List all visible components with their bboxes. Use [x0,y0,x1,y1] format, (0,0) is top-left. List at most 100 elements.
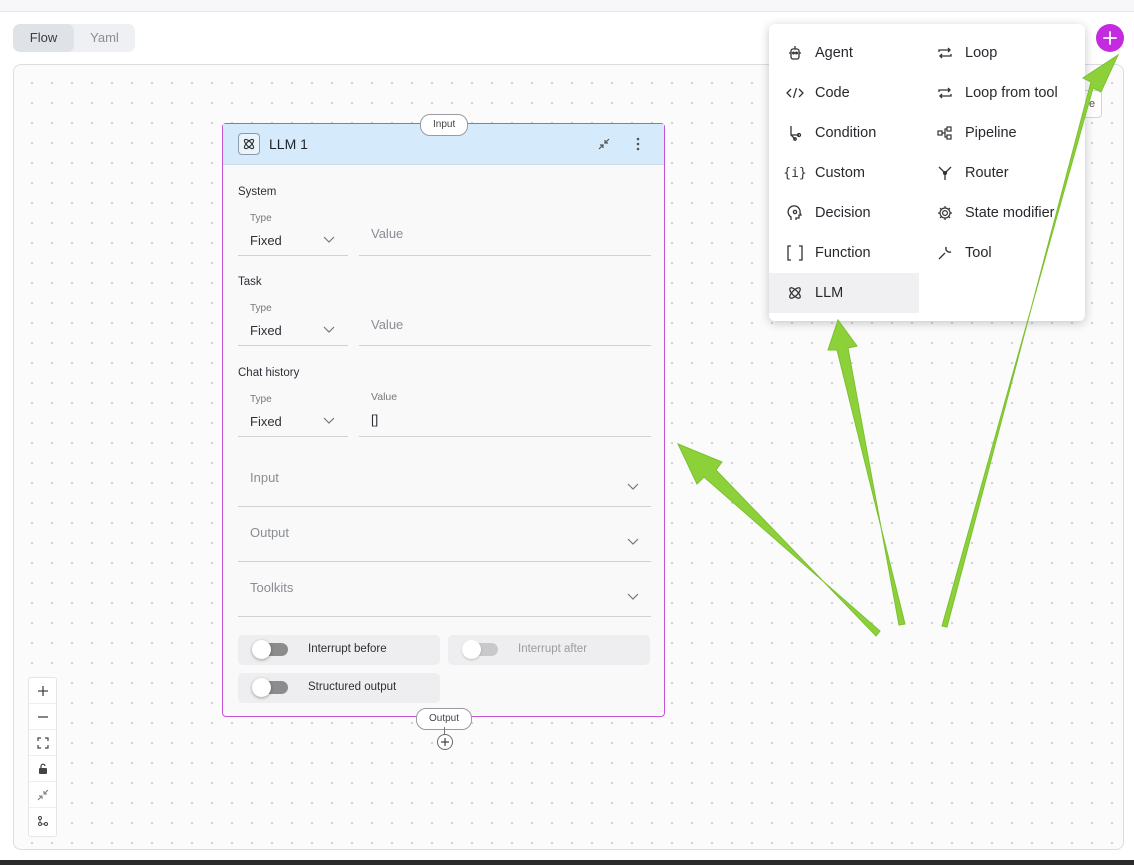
menu-item-code-label: Code [815,85,850,101]
structured-output-label: Structured output [308,681,397,693]
task-value-input[interactable]: Value [371,317,403,332]
system-type-select[interactable]: Fixed [250,233,282,248]
zoom-out-button[interactable] [29,704,56,730]
loop-icon [935,83,955,103]
structured-output-toggle[interactable]: Structured output [238,673,440,703]
system-label: System [238,186,277,198]
collapse-icon[interactable] [594,134,614,154]
toggle-knob [252,640,271,659]
robot-icon [785,43,805,63]
menu-item-decision-label: Decision [815,205,871,221]
gear-icon [935,203,955,223]
chat-history-type-underline [238,436,348,437]
node-title: LLM 1 [269,136,308,152]
menu-item-llm[interactable]: LLM [769,273,919,313]
chevron-down-icon [627,483,639,490]
toggle-knob [252,678,271,697]
task-type-select[interactable]: Fixed [250,323,282,338]
output-accordion-label: Output [250,525,290,540]
menu-item-state-modifier[interactable]: State modifier [919,193,1085,233]
menu-item-loop-label: Loop [965,45,998,61]
code-icon [785,83,805,103]
menu-item-tool-label: Tool [965,245,992,261]
toolkits-accordion[interactable]: Toolkits [238,562,651,617]
menu-item-router-label: Router [965,165,1009,181]
task-value-underline [359,345,651,346]
bottom-border [0,860,1134,865]
menu-item-agent[interactable]: Agent [769,33,919,73]
system-type-underline [238,255,348,256]
chat-history-label: Chat history [238,367,300,379]
menu-item-loop-from-tool-label: Loop from tool [965,85,1058,101]
menu-item-loop-from-tool[interactable]: Loop from tool [919,73,1085,113]
brackets-icon [785,243,805,263]
menu-item-custom[interactable]: {i} Custom [769,153,919,193]
tab-yaml[interactable]: Yaml [74,24,135,52]
fit-view-icon [36,736,49,749]
chevron-down-icon [323,236,335,243]
menu-item-tool[interactable]: Tool [919,233,1085,273]
task-type-underline [238,345,348,346]
toolkits-accordion-label: Toolkits [250,580,294,595]
menu-item-condition[interactable]: Condition [769,113,919,153]
menu-item-custom-label: Custom [815,165,865,181]
branch-icon [785,123,805,143]
menu-item-code[interactable]: Code [769,73,919,113]
atom-icon [785,283,805,303]
plus-icon [441,738,449,746]
menu-item-condition-label: Condition [815,125,877,141]
chevron-down-icon [627,593,639,600]
menu-item-state-modifier-label: State modifier [965,205,1055,221]
add-node-menu: Agent Code Condition {i} Custom Decision… [769,24,1085,321]
canvas-controls [28,677,57,837]
system-value-input[interactable]: Value [371,226,403,241]
loop-icon [935,43,955,63]
chat-history-type-label: Type [250,394,272,405]
braces-icon: {i} [783,165,807,181]
task-type-label: Type [250,303,272,314]
top-bar [0,0,1134,12]
interrupt-after-label: Interrupt after [518,643,588,655]
system-type-label: Type [250,213,272,224]
partially-hidden-button[interactable]: e [1085,90,1102,118]
llm-node[interactable]: LLM 1 System Type Fixed Value Task Type … [222,123,665,717]
toggle-knob [462,640,481,659]
system-value-underline [359,255,651,256]
head-icon [785,203,805,223]
lock-button[interactable] [29,756,56,782]
router-icon [935,163,955,183]
chevron-down-icon [323,326,335,333]
menu-item-router[interactable]: Router [919,153,1085,193]
menu-item-function-label: Function [815,245,871,261]
interrupt-before-label: Interrupt before [308,643,387,655]
plus-icon [1103,31,1117,45]
chat-history-type-select[interactable]: Fixed [250,414,282,429]
view-tabs: Flow Yaml [13,24,135,52]
zoom-in-button[interactable] [29,678,56,704]
interrupt-before-toggle[interactable]: Interrupt before [238,635,440,665]
menu-item-loop[interactable]: Loop [919,33,1085,73]
more-options-icon[interactable] [628,134,648,154]
menu-item-llm-label: LLM [815,285,844,301]
output-accordion[interactable]: Output [238,507,651,562]
interrupt-after-toggle: Interrupt after [448,635,650,665]
menu-item-function[interactable]: Function [769,233,919,273]
chat-history-value-input[interactable]: [] [371,412,378,427]
minus-icon [37,715,48,718]
fit-view-button[interactable] [29,730,56,756]
menu-item-pipeline[interactable]: Pipeline [919,113,1085,153]
collapse-icon [37,789,48,800]
collapse-all-button[interactable] [29,782,56,808]
chevron-down-icon [323,417,335,424]
add-node-fab[interactable] [1096,24,1124,52]
tab-flow[interactable]: Flow [13,24,74,52]
wrench-icon [935,243,955,263]
input-port[interactable]: Input [420,114,469,136]
input-accordion[interactable]: Input [238,452,651,507]
pipeline-icon [935,123,955,143]
chevron-down-icon [627,538,639,545]
add-node-below-button[interactable] [437,734,453,750]
menu-item-decision[interactable]: Decision [769,193,919,233]
auto-layout-button[interactable] [29,808,56,834]
atom-icon [238,133,260,155]
